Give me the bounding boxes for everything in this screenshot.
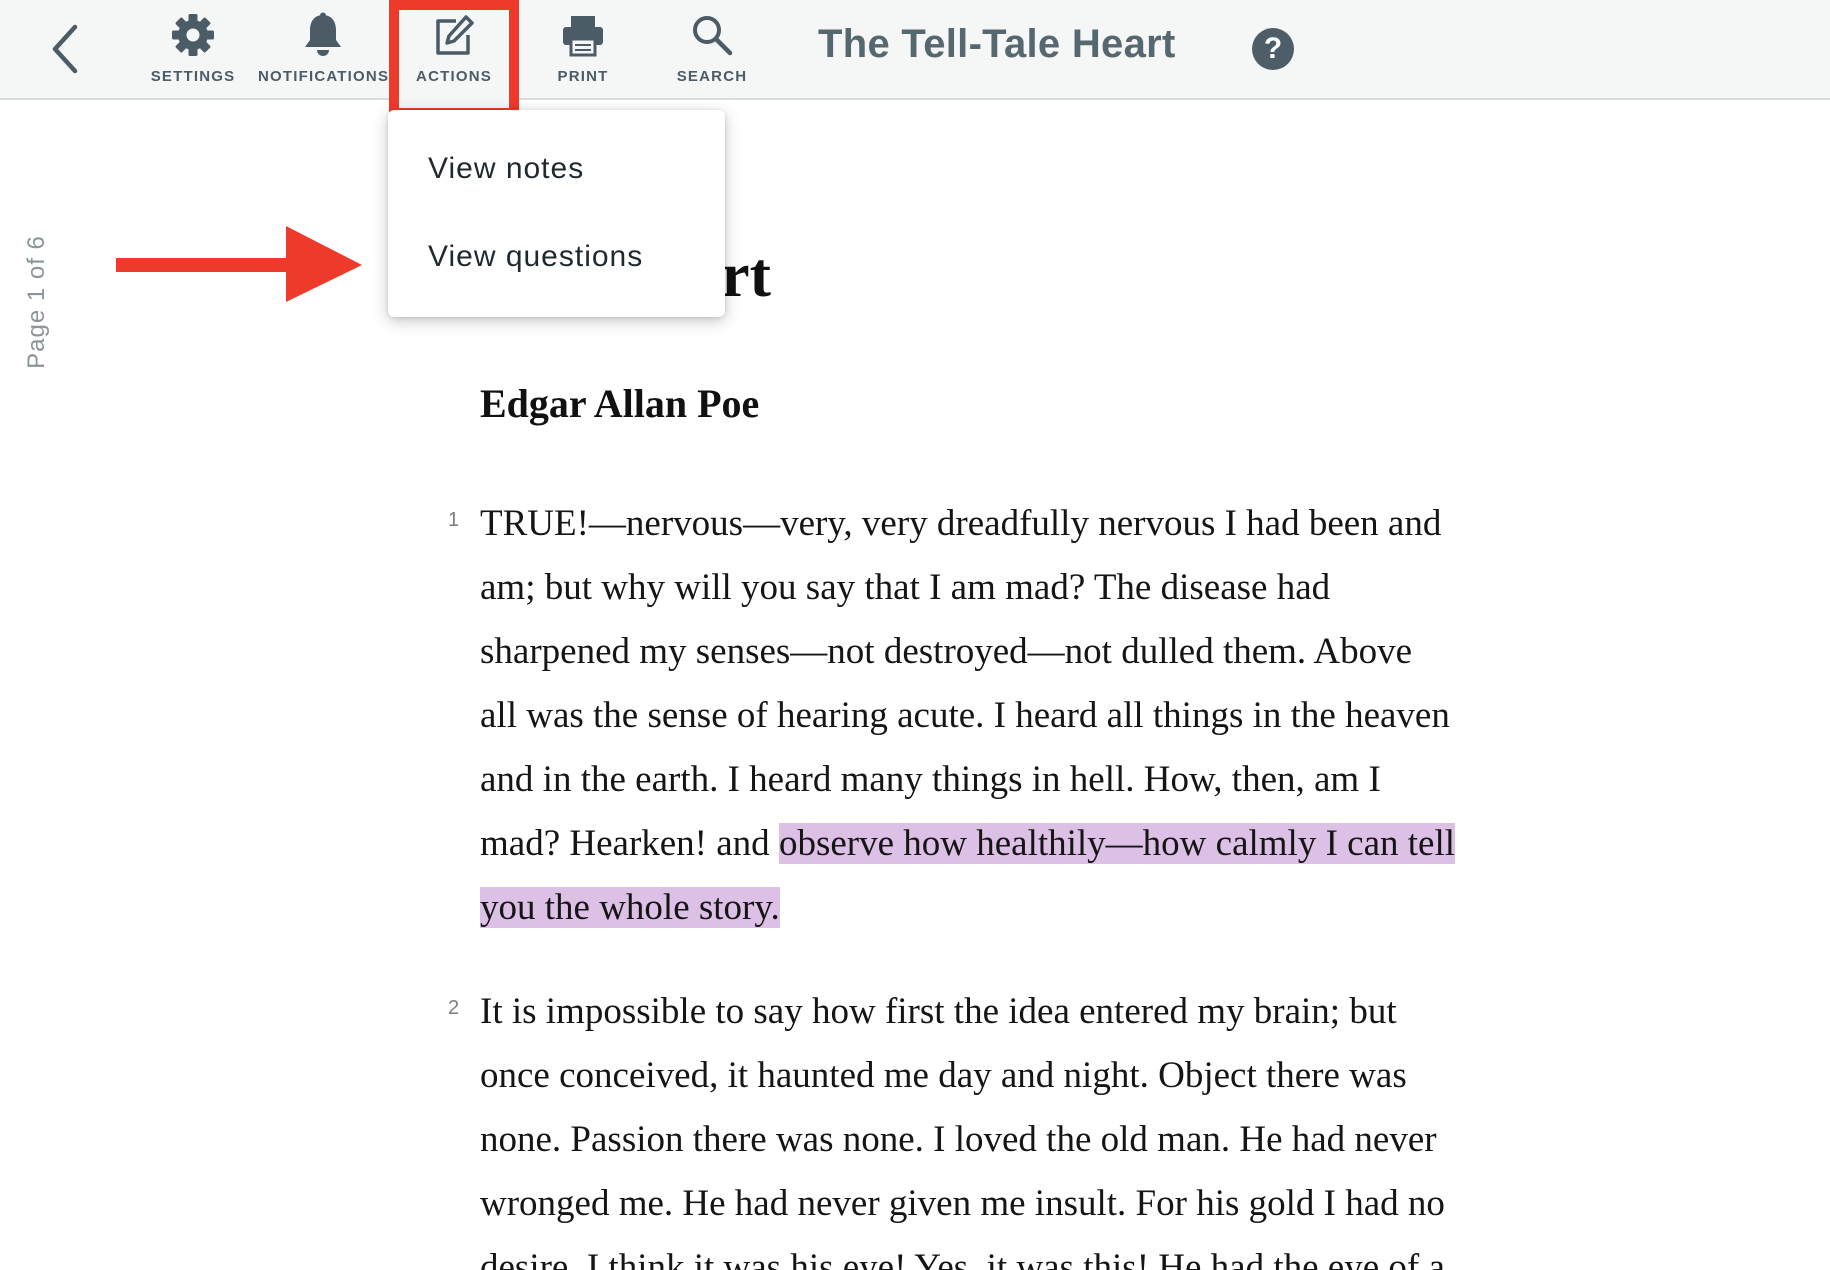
- text-line: It is impossible to say how first the id…: [480, 991, 1397, 1032]
- bell-icon: [305, 12, 341, 56]
- paragraph-number: 2: [448, 997, 460, 1019]
- document-title: The Tell-Tale Heart: [818, 22, 1176, 66]
- paragraph: 2 It is impossible to say how first the …: [448, 980, 1640, 1270]
- annotation-arrow-icon: [116, 226, 362, 302]
- actions-button[interactable]: ACTIONS: [389, 0, 519, 118]
- help-icon: ?: [1263, 32, 1283, 65]
- text-line: am; but why will you say that I am mad? …: [480, 567, 1331, 608]
- text-line: mad? Hearken! and observe how healthily—…: [480, 812, 1640, 876]
- actions-menu: View notes View questions: [388, 110, 725, 317]
- actions-label: ACTIONS: [416, 68, 492, 85]
- text-segment: mad? Hearken! and: [480, 823, 779, 864]
- printer-icon: [563, 16, 603, 57]
- text-line: and in the earth. I heard many things in…: [480, 759, 1381, 800]
- gear-icon: [172, 14, 214, 56]
- text-line: wronged me. He had never given me insult…: [480, 1183, 1445, 1224]
- text-line: TRUE!—nervous—very, very dreadfully nerv…: [480, 503, 1442, 544]
- notifications-label: NOTIFICATIONS: [258, 68, 390, 85]
- menu-item-view-questions[interactable]: View questions: [428, 240, 643, 274]
- text-line: all was the sense of hearing acute. I he…: [480, 695, 1450, 736]
- paragraph: 1 TRUE!—nervous—very, very dreadfully ne…: [448, 492, 1640, 940]
- search-icon: [693, 16, 733, 56]
- settings-label: SETTINGS: [150, 68, 236, 85]
- page-indicator: Page 1 of 6: [23, 235, 50, 369]
- highlighted-text[interactable]: you the whole story.: [480, 887, 780, 928]
- edit-icon: [436, 15, 474, 55]
- top-toolbar: SETTINGS NOTIFICATIONS ACTIONS PRINT SEA…: [0, 0, 1830, 118]
- print-button[interactable]: PRINT: [518, 0, 648, 98]
- settings-button[interactable]: SETTINGS: [128, 0, 258, 98]
- text-line: sharpened my senses—not destroyed—not du…: [480, 631, 1413, 672]
- text-line: you the whole story.: [480, 876, 1640, 940]
- highlighted-text[interactable]: observe how healthily—how calmly I can t…: [778, 823, 1456, 864]
- text-line: desire. I think it was his eye! Yes, it …: [480, 1247, 1445, 1270]
- print-label: PRINT: [557, 68, 609, 85]
- menu-item-view-notes[interactable]: View notes: [428, 152, 584, 186]
- back-button[interactable]: [36, 18, 92, 80]
- search-label: SEARCH: [676, 68, 748, 85]
- story-author: Edgar Allan Poe: [480, 381, 760, 426]
- chevron-left-icon: [52, 24, 78, 74]
- notifications-button[interactable]: NOTIFICATIONS: [258, 0, 388, 98]
- text-line: once conceived, it haunted me day and ni…: [480, 1055, 1407, 1096]
- search-button[interactable]: SEARCH: [647, 0, 777, 98]
- text-line: none. Passion there was none. I loved th…: [480, 1119, 1437, 1160]
- help-button[interactable]: ?: [1252, 28, 1294, 70]
- paragraph-number: 1: [448, 509, 460, 531]
